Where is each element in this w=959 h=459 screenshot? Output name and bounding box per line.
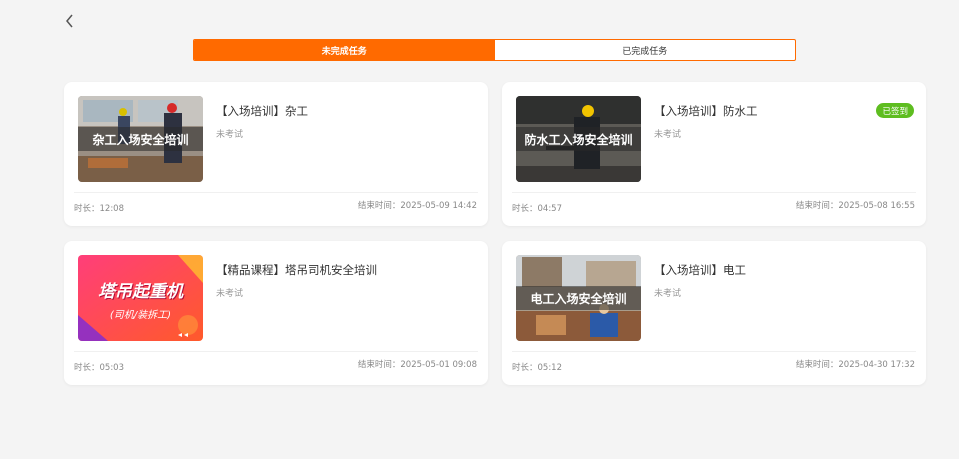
thumbnail-title: 防水工入场安全培训 xyxy=(516,127,641,151)
course-card[interactable]: 电工入场安全培训 【入场培训】电工 未考试 时长：05:12 结束时间：2025… xyxy=(502,241,926,385)
thumbnail-title: 塔吊起重机 xyxy=(98,282,183,302)
course-thumbnail[interactable]: 塔吊起重机 (司机/装拆工) xyxy=(78,255,203,341)
exam-status: 未考试 xyxy=(654,289,682,299)
divider xyxy=(74,192,478,193)
end-time: 结束时间：2025-05-09 14:42 xyxy=(357,201,477,211)
course-title: 【入场培训】杂工 xyxy=(216,104,308,118)
duration: 时长：05:12 xyxy=(512,363,562,373)
duration: 时长：04:57 xyxy=(512,204,562,214)
divider xyxy=(74,351,478,352)
back-icon[interactable] xyxy=(62,12,78,30)
course-thumbnail[interactable]: 杂工入场安全培训 xyxy=(78,96,203,182)
course-card[interactable]: 防水工入场安全培训 【入场培训】防水工 未考试 已签到 时长：04:57 结束时… xyxy=(502,82,926,226)
course-thumbnail[interactable]: 防水工入场安全培训 xyxy=(516,96,641,182)
tab-completed-tasks[interactable]: 已完成任务 xyxy=(495,40,796,60)
thumbnail-title: 电工入场安全培训 xyxy=(516,286,641,310)
thumbnail-title: 杂工入场安全培训 xyxy=(78,127,203,151)
duration: 时长：05:03 xyxy=(74,363,124,373)
exam-status: 未考试 xyxy=(654,130,682,140)
course-thumbnail[interactable]: 电工入场安全培训 xyxy=(516,255,641,341)
end-time: 结束时间：2025-04-30 17:32 xyxy=(795,360,915,370)
end-time: 结束时间：2025-05-01 09:08 xyxy=(357,360,477,370)
exam-status: 未考试 xyxy=(216,130,244,140)
course-title: 【入场培训】电工 xyxy=(654,263,746,277)
tab-incomplete-tasks[interactable]: 未完成任务 xyxy=(194,40,495,60)
course-title: 【精品课程】塔吊司机安全培训 xyxy=(216,263,377,277)
course-card[interactable]: 杂工入场安全培训 【入场培训】杂工 未考试 时长：12:08 结束时间：2025… xyxy=(64,82,488,226)
task-tabs: 未完成任务 已完成任务 xyxy=(193,39,796,61)
divider xyxy=(512,192,916,193)
exam-status: 未考试 xyxy=(216,289,244,299)
signed-in-badge: 已签到 xyxy=(876,103,914,118)
divider xyxy=(512,351,916,352)
thumbnail-subtitle: (司机/装拆工) xyxy=(109,310,172,321)
end-time: 结束时间：2025-05-08 16:55 xyxy=(795,201,915,211)
course-title: 【入场培训】防水工 xyxy=(654,104,758,118)
course-card[interactable]: 塔吊起重机 (司机/装拆工) 【精品课程】塔吊司机安全培训 未考试 时长：05:… xyxy=(64,241,488,385)
duration: 时长：12:08 xyxy=(74,204,124,214)
